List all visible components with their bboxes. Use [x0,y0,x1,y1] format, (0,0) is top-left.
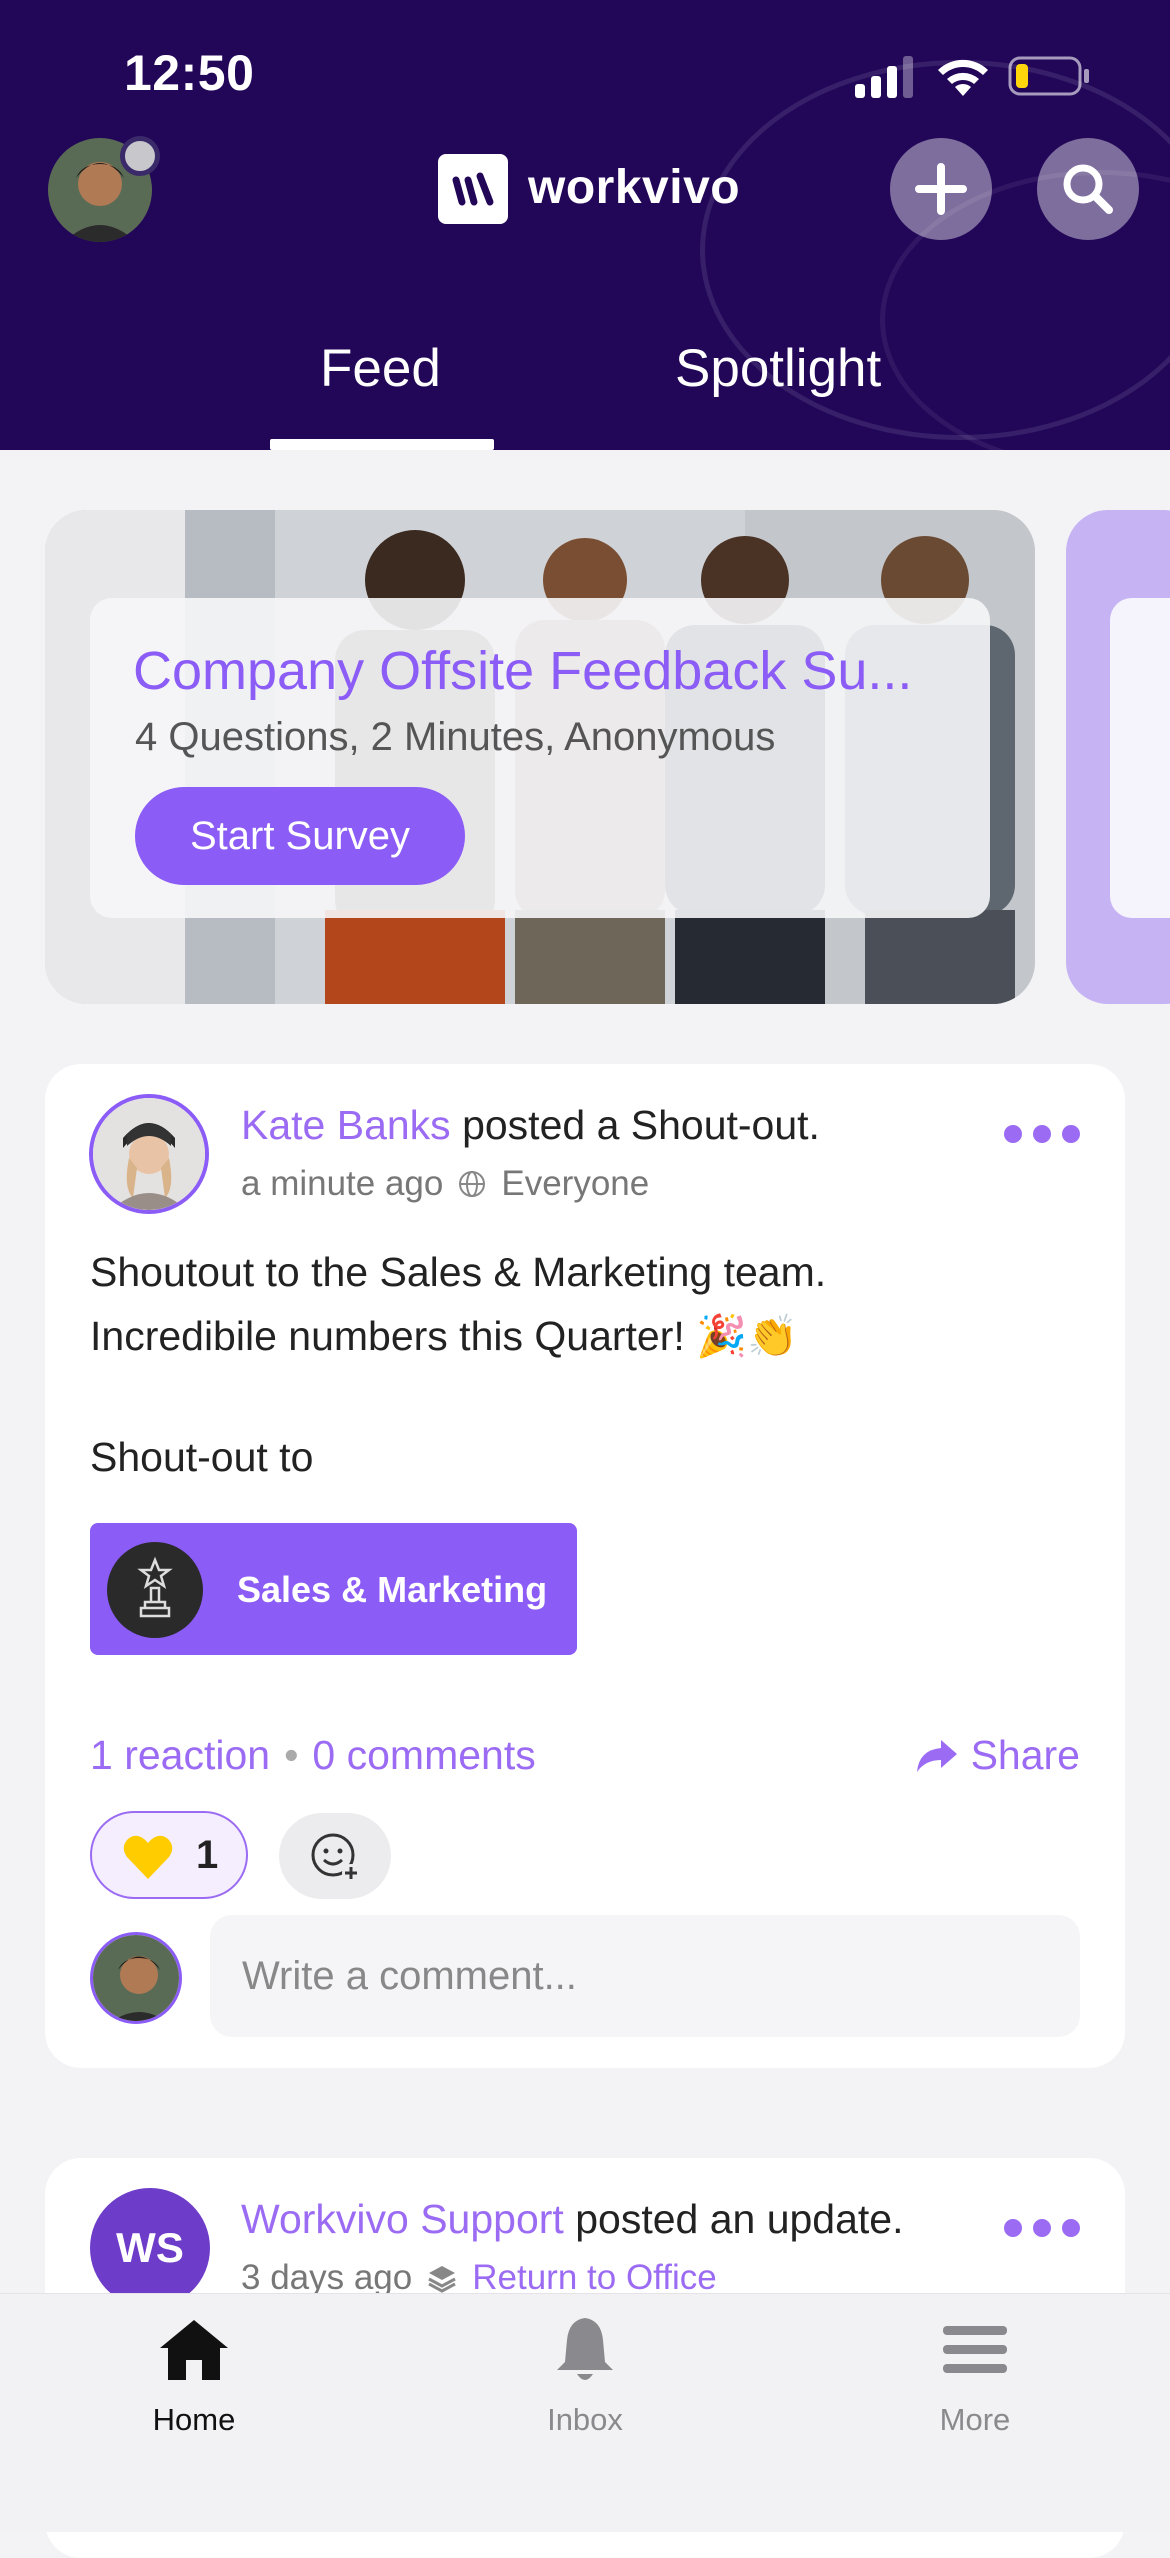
nav-inbox[interactable]: Inbox [465,2312,705,2438]
my-comment-avatar [90,1932,182,2024]
layers-icon [428,2266,456,2293]
my-avatar-image [93,1935,179,2021]
post-body: Shoutout to the Sales & Marketing team. … [90,1240,1050,1368]
post-stats: 1 reaction • 0 comments [90,1732,536,1779]
survey-details: 4 Questions, 2 Minutes, Anonymous [135,715,776,759]
battery-icon [1008,56,1089,96]
globe-icon [459,1171,486,1197]
post-time: 3 days ago [241,2258,413,2297]
author-avatar[interactable]: WS [90,2188,210,2308]
cellular-signal-icon [855,56,913,98]
nav-home[interactable]: Home [74,2312,314,2438]
shoutout-team-chip[interactable]: Sales & Marketing [90,1523,577,1655]
feed-post: Kate Banks posted a Shout-out. a minute … [45,1064,1125,2068]
add-emoji-icon [311,1833,360,1882]
app-header: 12:50 workvivo Feed Spotlight [0,0,1170,450]
author-name[interactable]: Workvivo Support [241,2196,564,2242]
comment-input[interactable] [210,1915,1080,2037]
search-icon [1063,164,1113,214]
add-reaction-button[interactable] [279,1813,391,1899]
team-name: Sales & Marketing [237,1569,548,1610]
active-tab-indicator [270,439,494,450]
brand-name: workvivo [528,161,741,214]
heart-reaction-button[interactable]: 1 [90,1811,248,1899]
post-header: Kate Banks posted a Shout-out. [241,1102,820,1149]
next-survey-overlay [1110,598,1170,918]
post-body-line: Incredibile numbers this Quarter! 🎉👏 [90,1313,799,1359]
survey-card[interactable]: Company Offsite Feedback Su... 4 Questio… [45,510,1035,1004]
post-meta: a minute ago Everyone [241,1164,649,1204]
presence-indicator [120,136,160,176]
post-header: Workvivo Support posted an update. [241,2196,904,2243]
shoutout-label: Shout-out to [90,1434,314,1480]
survey-title[interactable]: Company Offsite Feedback Su... [133,640,953,702]
plus-icon [915,163,967,215]
more-options-icon[interactable] [1003,2218,1081,2238]
search-button[interactable] [1037,138,1139,240]
share-arrow-icon [916,1739,957,1772]
post-audience: Everyone [501,1164,650,1203]
post-action: posted a Shout-out. [450,1102,820,1148]
stats-separator: • [284,1732,299,1778]
bottom-navigation: Home Inbox More [0,2293,1170,2532]
menu-icon [943,2326,1007,2373]
nav-label: Inbox [547,2402,623,2437]
nav-label: Home [152,2402,236,2437]
post-meta: 3 days ago Return to Office [241,2258,717,2298]
start-survey-button[interactable]: Start Survey [135,787,465,885]
tab-feed[interactable]: Feed [320,338,441,399]
post-body-line: Shoutout to the Sales & Marketing team. [90,1249,827,1295]
yellow-heart-icon [123,1835,173,1879]
author-avatar[interactable] [89,1094,209,1214]
tab-spotlight[interactable]: Spotlight [675,338,881,399]
more-options-icon[interactable] [1003,1124,1081,1144]
status-time: 12:50 [124,45,255,101]
share-button[interactable]: Share [915,1732,1080,1779]
post-topic-link[interactable]: Return to Office [472,2258,716,2298]
next-survey-card[interactable]: F 1 [1066,510,1170,1004]
reaction-count: 1 [196,1833,219,1877]
post-time: a minute ago [241,1164,444,1203]
share-label: Share [970,1732,1080,1778]
author-name[interactable]: Kate Banks [241,1102,451,1148]
workvivo-logo-icon [438,154,508,224]
bell-icon [557,2318,613,2380]
comments-count-link[interactable]: 0 comments [312,1732,535,1779]
nav-more[interactable]: More [855,2312,1095,2438]
create-post-button[interactable] [890,138,992,240]
reactions-count-link[interactable]: 1 reaction [90,1732,270,1779]
trophy-icon [107,1542,203,1638]
author-avatar-image [93,1098,205,1210]
nav-label: More [939,2402,1011,2437]
post-action: posted an update. [563,2196,904,2242]
wifi-icon [938,59,988,96]
home-icon [160,2320,228,2380]
